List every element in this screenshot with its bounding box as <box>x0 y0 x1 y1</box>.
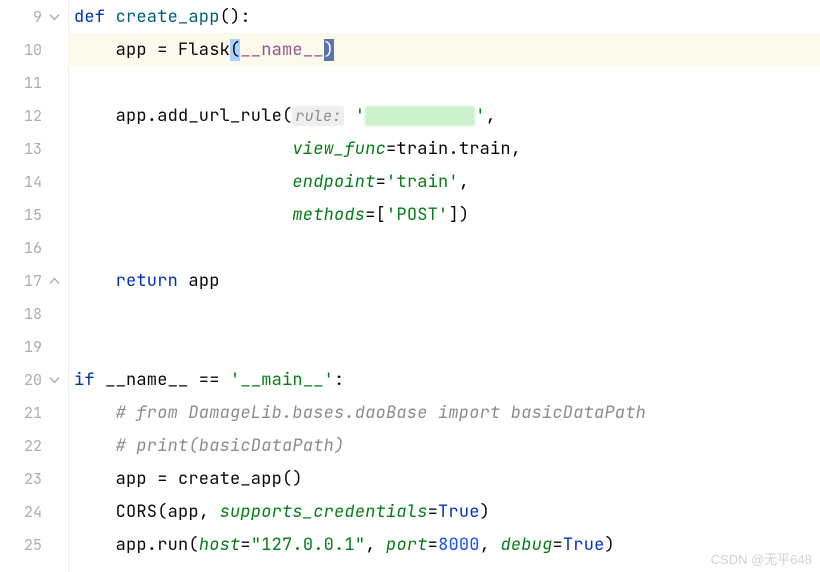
fold-end-icon[interactable] <box>49 275 60 286</box>
line-number: 18 <box>0 297 68 330</box>
code-line[interactable]: view_func=train.train, <box>68 132 820 165</box>
line-number: 10 <box>0 33 68 66</box>
param: view_func <box>292 138 386 160</box>
code-line[interactable]: # from DamageLib.bases.daoBase import ba… <box>68 396 820 429</box>
line-number: 14 <box>0 165 68 198</box>
code-line[interactable]: endpoint='train', <box>68 165 820 198</box>
line-number: 24 <box>0 495 68 528</box>
param: endpoint <box>292 171 375 193</box>
code-line[interactable] <box>68 330 820 363</box>
comment: # from DamageLib.bases.daoBase import ba… <box>116 402 646 424</box>
line-number: 13 <box>0 132 68 165</box>
param: supports_credentials <box>220 501 428 523</box>
comment: # print(basicDataPath) <box>116 435 345 457</box>
code-line[interactable]: app = create_app() <box>68 462 820 495</box>
caret: ) <box>324 39 334 61</box>
keyword: def <box>74 6 116 28</box>
line-number: 23 <box>0 462 68 495</box>
code-line[interactable] <box>68 231 820 264</box>
gutter: 9 10 11 12 13 14 15 16 17 18 19 20 21 22 <box>0 0 68 572</box>
param: debug <box>500 534 552 556</box>
code-area[interactable]: def create_app(): app = Flask(__name__) … <box>68 0 820 572</box>
line-number: 17 <box>0 264 68 297</box>
code-line-current[interactable]: app = Flask(__name__) <box>68 33 820 66</box>
line-number: 9 <box>0 0 68 33</box>
param: methods <box>292 204 365 226</box>
selection: ( <box>230 39 240 61</box>
function-name: create_app <box>116 6 220 28</box>
dunder: __name__ <box>240 39 323 61</box>
code-line[interactable]: return app <box>68 264 820 297</box>
param-hint: rule: <box>292 106 344 126</box>
redacted-text <box>365 106 475 126</box>
line-number: 12 <box>0 99 68 132</box>
code-line[interactable]: CORS(app, supports_credentials=True) <box>68 495 820 528</box>
code-line[interactable]: methods=['POST']) <box>68 198 820 231</box>
code-line[interactable] <box>68 66 820 99</box>
line-number: 25 <box>0 528 68 561</box>
param: port <box>386 534 428 556</box>
code-line[interactable]: app.run(host="127.0.0.1", port=8000, deb… <box>68 528 820 561</box>
code-line[interactable]: app.add_url_rule( rule: '', <box>68 99 820 132</box>
fold-start-icon[interactable] <box>49 11 60 22</box>
code-line[interactable]: def create_app(): <box>68 0 820 33</box>
line-number: 22 <box>0 429 68 462</box>
keyword: if <box>74 369 105 391</box>
code-editor[interactable]: 9 10 11 12 13 14 15 16 17 18 19 20 21 22 <box>0 0 820 572</box>
code-line[interactable] <box>68 297 820 330</box>
fold-start-icon[interactable] <box>49 374 60 385</box>
line-number: 20 <box>0 363 68 396</box>
line-number: 16 <box>0 231 68 264</box>
line-number: 19 <box>0 330 68 363</box>
code-line[interactable]: # print(basicDataPath) <box>68 429 820 462</box>
keyword: return <box>116 270 189 292</box>
line-number: 21 <box>0 396 68 429</box>
param: host <box>199 534 241 556</box>
line-number: 11 <box>0 66 68 99</box>
line-number: 15 <box>0 198 68 231</box>
code-line[interactable]: if __name__ == '__main__': <box>68 363 820 396</box>
watermark: CSDN @无平648 <box>711 549 812 568</box>
